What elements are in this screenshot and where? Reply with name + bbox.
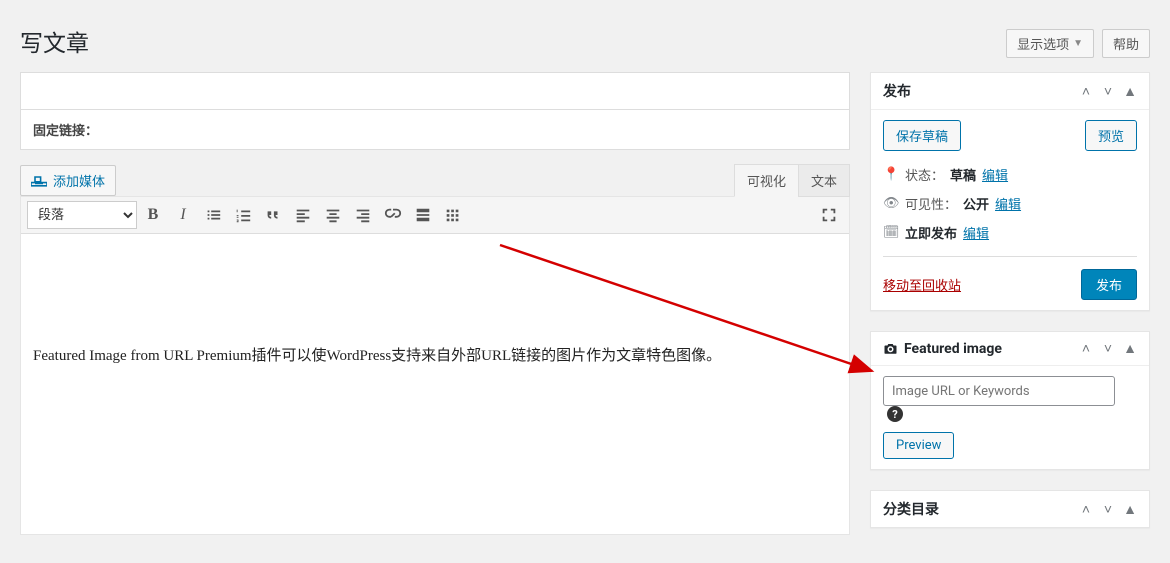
preview-button[interactable]: 预览 [1085, 120, 1137, 151]
align-right-button[interactable] [349, 201, 377, 229]
add-media-label: 添加媒体 [53, 171, 105, 190]
edit-schedule-link[interactable]: 编辑 [963, 223, 989, 242]
move-up-icon[interactable]: ˄ [1079, 501, 1093, 518]
page-title: 写文章 [20, 24, 1170, 58]
featured-image-title: Featured image [883, 341, 1079, 357]
move-up-icon[interactable]: ˄ [1079, 340, 1093, 357]
edit-status-link[interactable]: 编辑 [982, 165, 1008, 184]
help-icon[interactable]: ? [887, 406, 903, 422]
permalink-row: 固定链接： [20, 110, 850, 150]
save-draft-button[interactable]: 保存草稿 [883, 120, 961, 151]
status-label: 状态： [905, 165, 944, 184]
editor-body[interactable]: Featured Image from URL Premium插件可以使Word… [21, 234, 849, 534]
move-down-icon[interactable]: ˅ [1101, 340, 1115, 357]
move-down-icon[interactable]: ˅ [1101, 501, 1115, 518]
publish-title: 发布 [883, 81, 1079, 101]
camera-icon [883, 341, 898, 356]
fullscreen-button[interactable] [815, 201, 843, 229]
align-center-button[interactable] [319, 201, 347, 229]
publish-metabox: 发布 ˄ ˅ ▲ 保存草稿 预览 📍 状态： 草稿 编辑 [870, 72, 1150, 311]
move-up-icon[interactable]: ˄ [1079, 83, 1093, 100]
visibility-value: 公开 [963, 194, 989, 213]
fi-preview-button[interactable]: Preview [883, 432, 954, 459]
italic-button[interactable]: I [169, 201, 197, 229]
categories-metabox: 分类目录 ˄ ˅ ▲ [870, 490, 1150, 528]
bullet-list-button[interactable] [199, 201, 227, 229]
help-button[interactable]: 帮助 [1102, 29, 1150, 58]
screen-options-label: 显示选项 [1017, 34, 1069, 53]
tab-text[interactable]: 文本 [798, 164, 850, 197]
numbered-list-button[interactable] [229, 201, 257, 229]
blockquote-button[interactable] [259, 201, 287, 229]
editor-toolbar: 段落 B I [21, 197, 849, 234]
kitchen-sink-button[interactable] [439, 201, 467, 229]
add-media-icon [31, 173, 47, 189]
visibility-label: 可见性： [905, 194, 957, 213]
toggle-panel-icon[interactable]: ▲ [1123, 501, 1137, 518]
eye-icon: 👁 [883, 196, 899, 211]
toggle-panel-icon[interactable]: ▲ [1123, 340, 1137, 357]
image-url-input[interactable] [883, 376, 1115, 406]
format-select[interactable]: 段落 [27, 201, 137, 229]
trash-link[interactable]: 移动至回收站 [883, 275, 961, 294]
publish-button[interactable]: 发布 [1081, 269, 1137, 300]
post-title-input[interactable] [20, 72, 850, 110]
permalink-value [104, 122, 404, 138]
bold-button[interactable]: B [139, 201, 167, 229]
schedule-value: 立即发布 [905, 223, 957, 242]
add-media-button[interactable]: 添加媒体 [20, 165, 116, 196]
calendar-icon: 🗓 [883, 225, 899, 240]
align-left-button[interactable] [289, 201, 317, 229]
edit-visibility-link[interactable]: 编辑 [995, 194, 1021, 213]
move-down-icon[interactable]: ˅ [1101, 83, 1115, 100]
status-value: 草稿 [950, 165, 976, 184]
toggle-panel-icon[interactable]: ▲ [1123, 83, 1137, 100]
read-more-button[interactable] [409, 201, 437, 229]
link-button[interactable] [379, 201, 407, 229]
screen-options-button[interactable]: 显示选项 ▼ [1006, 29, 1094, 58]
categories-title: 分类目录 [883, 499, 1079, 519]
caret-down-icon: ▼ [1073, 38, 1083, 49]
editor-container: 段落 B I Featured Image from URL Premium插件… [20, 196, 850, 535]
pin-icon: 📍 [883, 167, 899, 182]
tab-visual[interactable]: 可视化 [734, 164, 799, 197]
featured-image-metabox: Featured image ˄ ˅ ▲ ? Preview [870, 331, 1150, 470]
permalink-label: 固定链接： [33, 120, 98, 139]
